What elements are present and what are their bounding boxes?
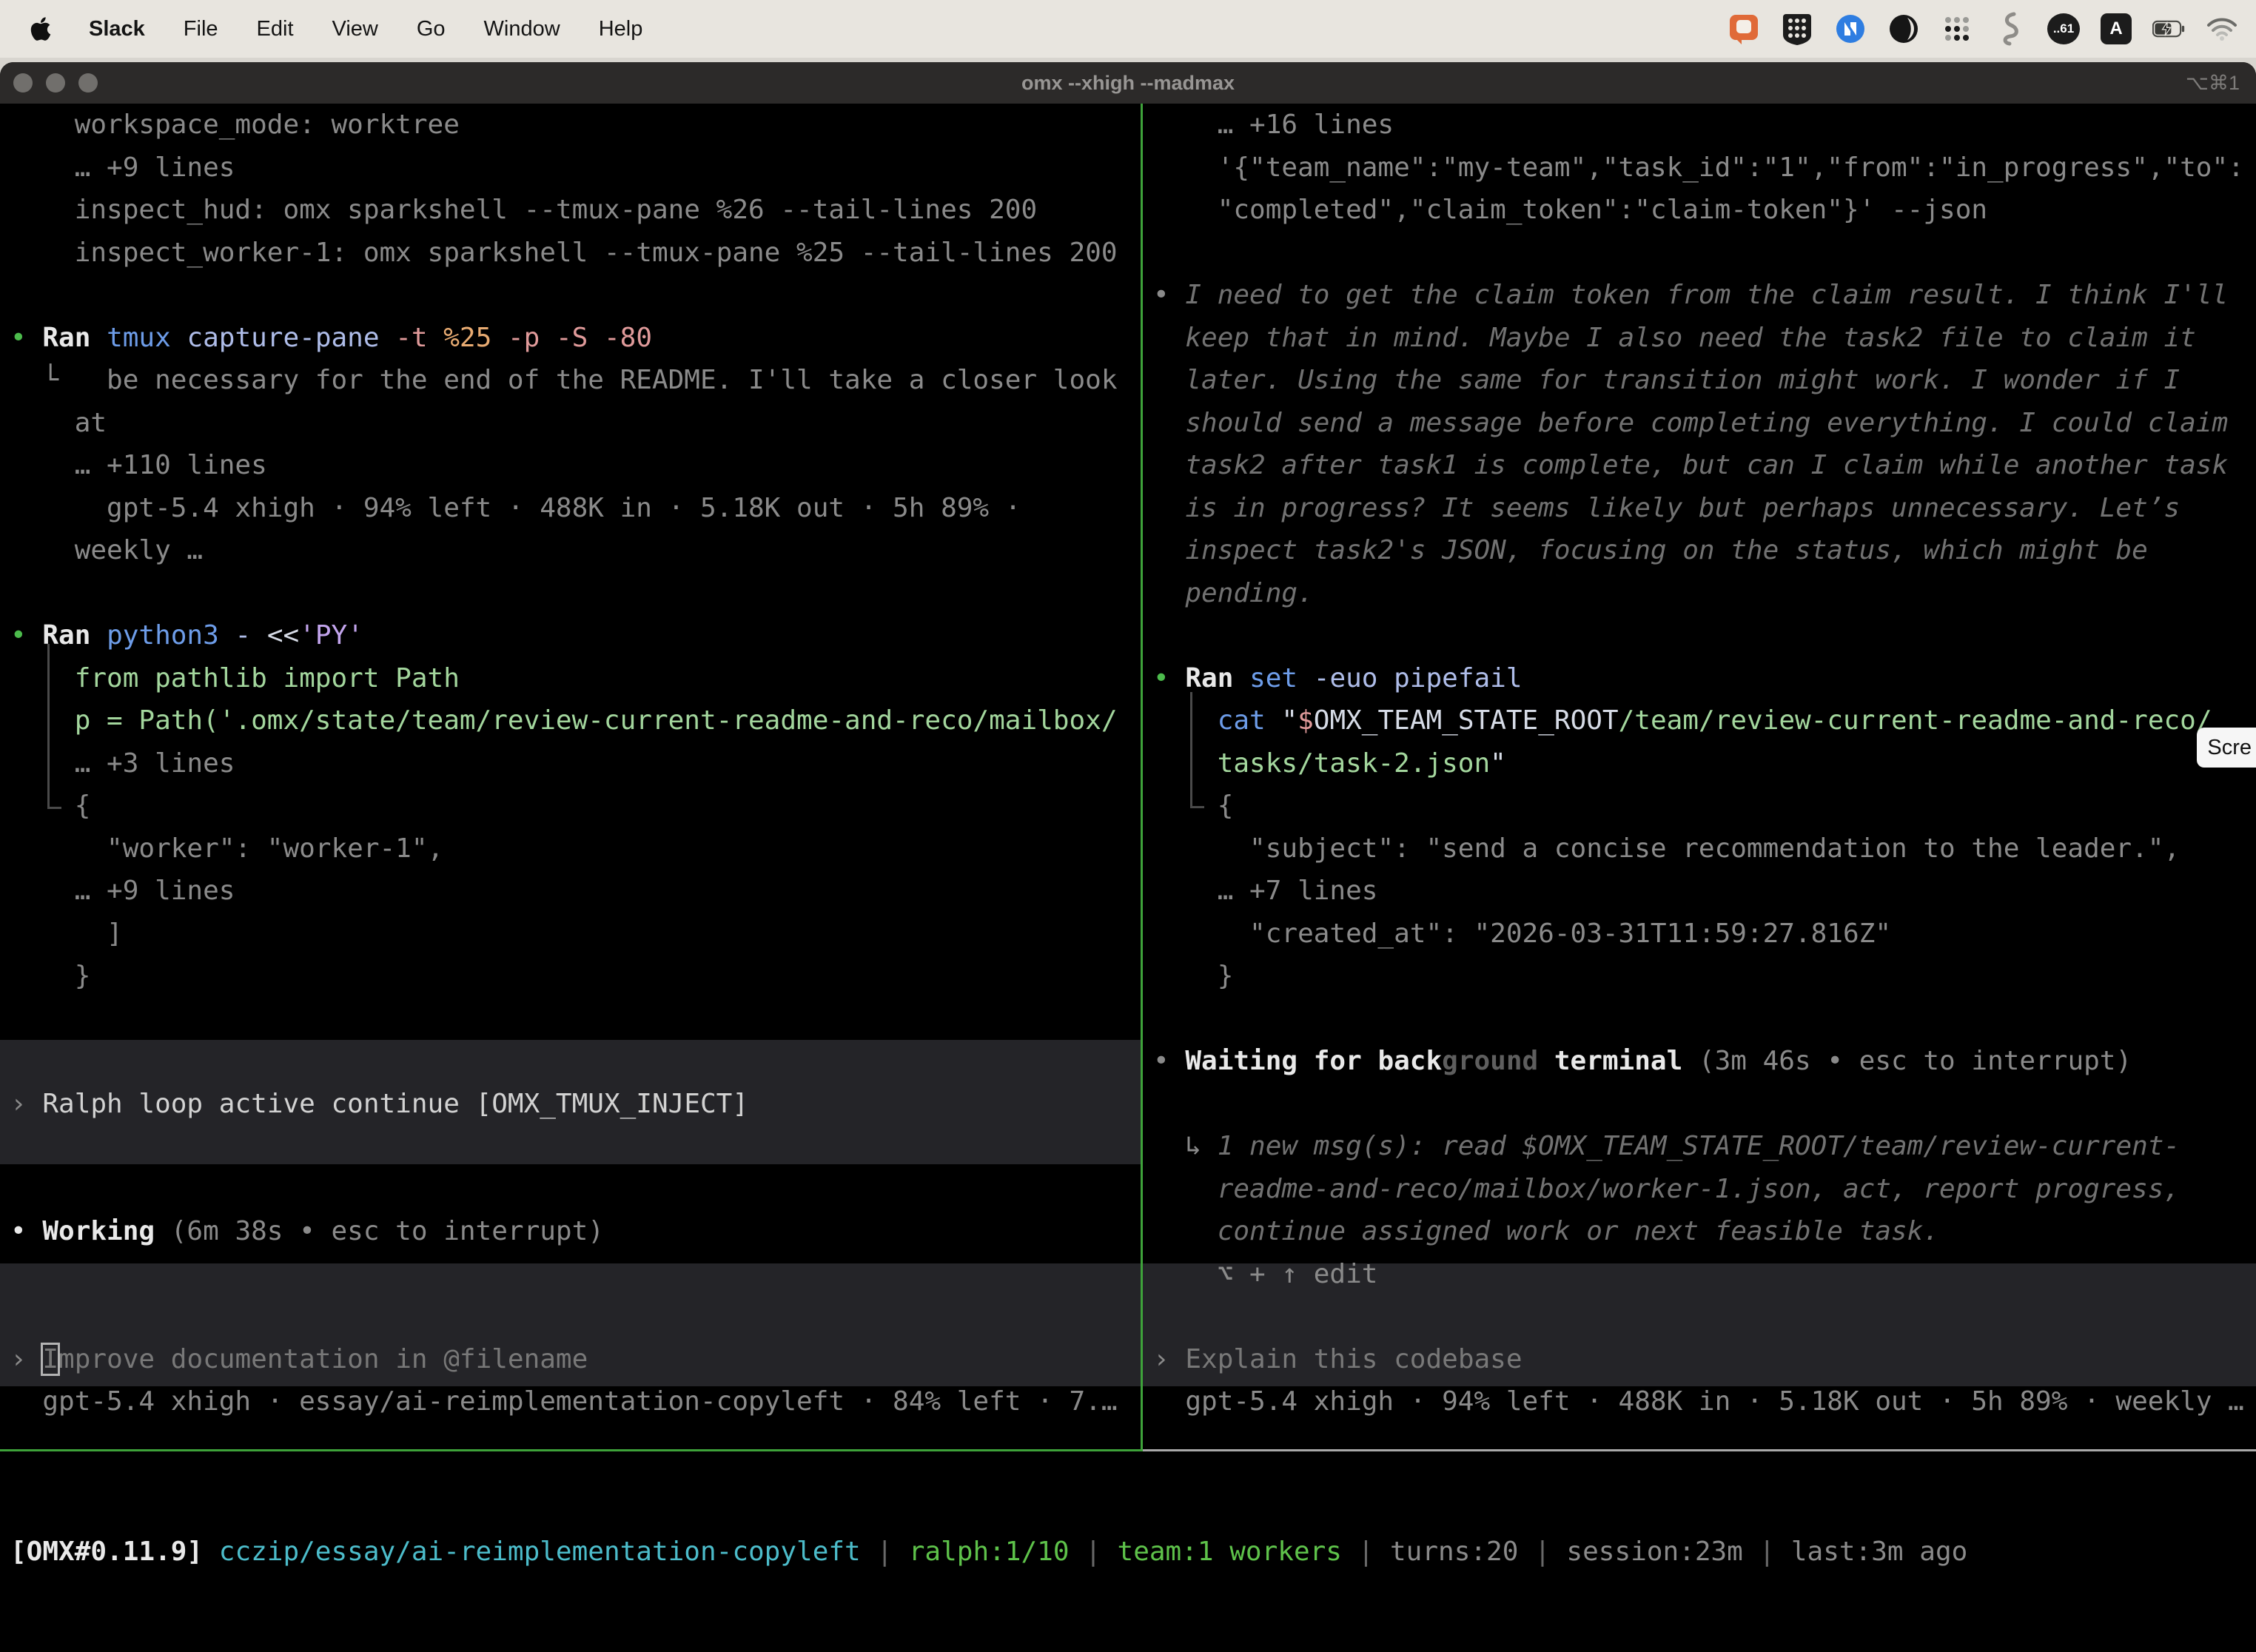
menu-item-slack[interactable]: Slack xyxy=(70,17,164,41)
terminal-content: workspace_mode: worktree … +9 lines insp… xyxy=(0,104,2256,1652)
terminal-line: › Ralph loop active continue [OMX_TMUX_I… xyxy=(10,1083,1141,1126)
terminal-line xyxy=(1153,998,2256,1041)
terminal-line: weekly … xyxy=(10,529,1141,572)
terminal-line xyxy=(10,1040,1141,1083)
terminal-line: … +16 lines xyxy=(1153,104,2256,147)
terminal-line: pending. xyxy=(1153,572,2256,615)
terminal-line: } xyxy=(1153,955,2256,998)
terminal-line: '{"team_name":"my-team","task_id":"1","f… xyxy=(1153,147,2256,189)
right-pane-bottom-border xyxy=(1143,1449,2256,1451)
terminal-line: ] xyxy=(10,913,1141,956)
terminal-line: inspect task2's JSON, focusing on the st… xyxy=(1153,529,2256,572)
terminal-line: keep that in mind. Maybe I also need the… xyxy=(1153,317,2256,360)
terminal-line: is in progress? It seems likely but perh… xyxy=(1153,487,2256,530)
menu-item-view[interactable]: View xyxy=(313,17,397,41)
terminal-line: tasks/task-2.json" xyxy=(1153,742,2256,785)
menu-bar-left: SlackFileEditViewGoWindowHelp xyxy=(0,16,662,42)
terminal-line xyxy=(10,572,1141,615)
menu-item-help[interactable]: Help xyxy=(580,17,662,41)
badge-61-icon[interactable]: ..61 xyxy=(2047,13,2080,44)
terminal-line xyxy=(10,1168,1141,1211)
terminal-line xyxy=(10,998,1141,1041)
omx-status-line: [OMX#0.11.9] cczip/essay/ai-reimplementa… xyxy=(10,1531,1967,1574)
menu-bar-status-icons: ..61 A xyxy=(1728,13,2256,45)
terminal-line: … +3 lines xyxy=(10,742,1141,785)
terminal-line xyxy=(10,1125,1141,1168)
terminal-line: • Ran set -euo pipefail xyxy=(1153,657,2256,700)
terminal-window: omx --xhigh --madmax ⌥⌘1 workspace_mode:… xyxy=(0,62,2256,1652)
terminal-line xyxy=(1153,614,2256,657)
chat-app-icon[interactable] xyxy=(1728,13,1760,45)
left-pane-lines: workspace_mode: worktree … +9 lines insp… xyxy=(0,104,1141,1423)
apple-icon[interactable] xyxy=(30,16,52,42)
terminal-line: readme-and-reco/mailbox/worker-1.json, a… xyxy=(1153,1168,2256,1211)
terminal-line: • Ran tmux capture-pane -t %25 -p -S -80 xyxy=(10,317,1141,360)
terminal-line: • Waiting for background terminal (3m 46… xyxy=(1153,1040,2256,1083)
terminal-line: gpt-5.4 xhigh · essay/ai-reimplementatio… xyxy=(10,1380,1141,1423)
squiggle-icon[interactable] xyxy=(1994,13,2027,45)
terminal-line: "completed","claim_token":"claim-token"}… xyxy=(1153,189,2256,232)
terminal-line: … +7 lines xyxy=(1153,870,2256,913)
left-pane-bottom-border xyxy=(0,1449,1141,1451)
menu-item-file[interactable]: File xyxy=(164,17,238,41)
terminal-line: { xyxy=(1153,785,2256,827)
right-pane-lines: … +16 lines '{"team_name":"my-team","tas… xyxy=(1143,104,2256,1423)
window-shortcut-hint: ⌥⌘1 xyxy=(2186,62,2240,104)
tmux-pane-right[interactable]: … +16 lines '{"team_name":"my-team","tas… xyxy=(1143,104,2256,1451)
menu-item-go[interactable]: Go xyxy=(397,17,465,41)
terminal-line: continue assigned work or next feasible … xyxy=(1153,1210,2256,1253)
terminal-line: "created_at": "2026-03-31T11:59:27.816Z" xyxy=(1153,913,2256,956)
terminal-line: … +110 lines xyxy=(10,444,1141,487)
terminal-line: { xyxy=(10,785,1141,827)
terminal-line xyxy=(10,1295,1141,1338)
menu-bar: SlackFileEditViewGoWindowHelp ..61 A xyxy=(0,0,2256,58)
terminal-line: ⌥ + ↑ edit xyxy=(1153,1253,2256,1296)
window-titlebar[interactable]: omx --xhigh --madmax ⌥⌘1 xyxy=(0,62,2256,105)
terminal-line: } xyxy=(10,955,1141,998)
terminal-line: workspace_mode: worktree xyxy=(10,104,1141,147)
keyboard-a-icon[interactable]: A xyxy=(2101,13,2132,44)
terminal-line: ↳ 1 new msg(s): read $OMX_TEAM_STATE_ROO… xyxy=(1153,1125,2256,1168)
terminal-line: task2 after task1 is complete, but can I… xyxy=(1153,444,2256,487)
verified-lightning-icon[interactable] xyxy=(1834,13,1867,45)
terminal-line: • I need to get the claim token from the… xyxy=(1153,274,2256,317)
terminal-line: … +9 lines xyxy=(10,147,1141,189)
terminal-line: › Improve documentation in @filename xyxy=(10,1338,1141,1381)
terminal-line: later. Using the same for transition mig… xyxy=(1153,359,2256,402)
terminal-line: • Working (6m 38s • esc to interrupt) xyxy=(10,1210,1141,1253)
terminal-line: inspect_worker-1: omx sparkshell --tmux-… xyxy=(10,232,1141,275)
terminal-line: from pathlib import Path xyxy=(10,657,1141,700)
grid-shield-icon[interactable] xyxy=(1781,13,1813,45)
terminal-line: gpt-5.4 xhigh · 94% left · 488K in · 5.1… xyxy=(10,487,1141,530)
terminal-line: └ be necessary for the end of the README… xyxy=(10,359,1141,402)
tmux-pane-left[interactable]: workspace_mode: worktree … +9 lines insp… xyxy=(0,104,1141,1451)
terminal-line xyxy=(1153,1295,2256,1338)
terminal-line xyxy=(1153,1083,2256,1126)
terminal-line: cat "$OMX_TEAM_STATE_ROOT/team/review-cu… xyxy=(1153,699,2256,742)
terminal-line: should send a message before completing … xyxy=(1153,402,2256,445)
dark-pie-icon[interactable] xyxy=(1887,13,1920,45)
menu-item-edit[interactable]: Edit xyxy=(238,17,313,41)
wifi-icon[interactable] xyxy=(2206,13,2238,45)
dots-grid-icon[interactable] xyxy=(1941,13,1973,45)
terminal-line: inspect_hud: omx sparkshell --tmux-pane … xyxy=(10,189,1141,232)
menu-item-window[interactable]: Window xyxy=(465,17,580,41)
menu-items: SlackFileEditViewGoWindowHelp xyxy=(70,17,662,41)
terminal-line: • Ran python3 - <<'PY' xyxy=(10,614,1141,657)
battery-charging-icon[interactable] xyxy=(2152,13,2185,45)
screen-overlay-tooltip: Scre xyxy=(2197,728,2256,768)
terminal-line xyxy=(10,274,1141,317)
window-title: omx --xhigh --madmax xyxy=(0,62,2256,104)
terminal-line: › Explain this codebase xyxy=(1153,1338,2256,1381)
terminal-line: "worker": "worker-1", xyxy=(10,827,1141,870)
terminal-line: gpt-5.4 xhigh · 94% left · 488K in · 5.1… xyxy=(1153,1380,2256,1423)
terminal-line xyxy=(1153,232,2256,275)
terminal-line: p = Path('.omx/state/team/review-current… xyxy=(10,699,1141,742)
terminal-line: "subject": "send a concise recommendatio… xyxy=(1153,827,2256,870)
terminal-line: at xyxy=(10,402,1141,445)
terminal-line xyxy=(10,1253,1141,1296)
terminal-line: … +9 lines xyxy=(10,870,1141,913)
